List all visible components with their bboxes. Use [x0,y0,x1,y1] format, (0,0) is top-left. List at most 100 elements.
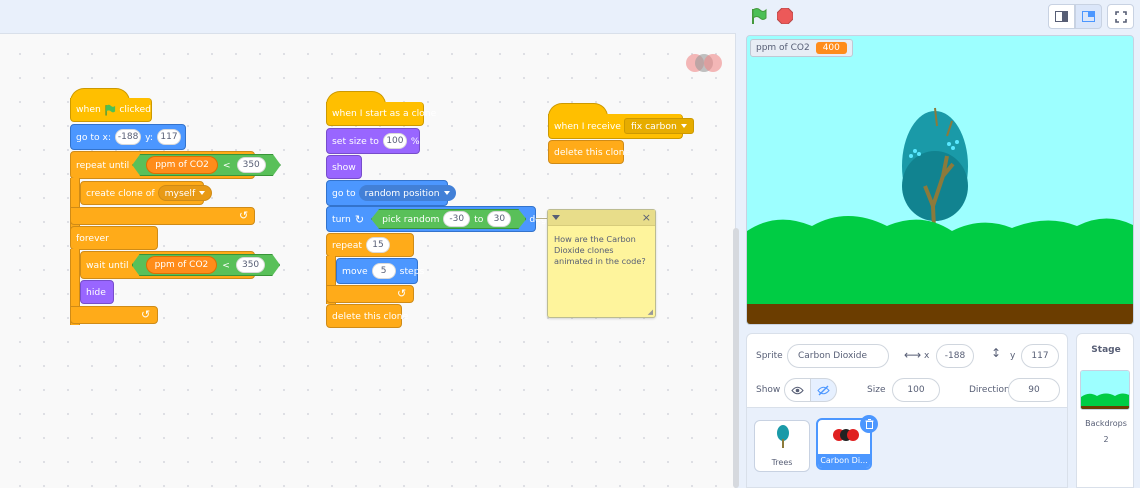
x-label: x [924,351,930,361]
block-text: go to x: [76,131,112,143]
when-start-as-clone-block[interactable]: when I start as a clone [326,102,436,126]
tree-sprite-icon [777,425,789,448]
fullscreen-button[interactable] [1107,4,1134,29]
loop-arrow-icon: ↺ [141,308,151,321]
ppm-variable-reporter[interactable]: ppm of CO2 [146,256,218,274]
fullscreen-icon [1114,10,1127,23]
monitor-label: ppm of CO2 [756,43,810,53]
sprite-list: Trees Carbon Di... [746,408,1068,488]
set-size-block[interactable]: set size to 100 % [326,128,420,154]
close-icon[interactable]: × [642,211,651,224]
block-text: delete this clone [554,146,631,158]
size-input[interactable]: 100 [382,133,407,149]
delete-clone-block[interactable]: delete this clone [326,304,408,328]
clone-target-dropdown[interactable]: myself [157,185,213,201]
repeat-until-block[interactable]: repeat until ppm of CO2 < 350 [70,151,255,179]
green-flag-icon[interactable] [750,7,768,25]
x-input[interactable]: -188 [115,129,142,145]
rotate-clockwise-icon: ↻ [354,212,365,226]
stage-selector[interactable]: Stage Backdrops 2 [1076,333,1134,488]
create-clone-block[interactable]: create clone of myself [80,181,213,205]
less-than-operator[interactable]: ppm of CO2 < 350 [132,254,281,276]
monitor-value: 400 [815,42,847,54]
sprite-name: Carbon Di... [818,454,870,468]
threshold-input[interactable]: 350 [236,257,265,273]
stage-title: Stage [1091,345,1121,355]
repeat-until-end: ↺ [70,207,255,225]
stop-icon[interactable] [777,8,793,24]
ppm-variable-reporter[interactable]: ppm of CO2 [146,156,218,174]
backdrop-thumbnail-image [1081,371,1129,409]
sprite-name-input[interactable]: Carbon Dioxide [787,344,889,368]
sprite-tile-trees[interactable]: Trees [754,420,810,472]
random-to-input[interactable]: 30 [487,211,511,227]
hide-block[interactable]: hide [80,280,114,304]
stage-thumbnail[interactable] [1080,370,1130,410]
turn-block[interactable]: turn ↻ pick random -30 to 30 degrees [326,206,566,232]
code-scrollbar[interactable] [733,228,739,488]
variable-monitor[interactable]: ppm of CO2 400 [750,39,853,57]
show-block[interactable]: show [326,155,362,179]
show-label: Show [756,385,781,395]
show-visible-button[interactable] [784,378,811,402]
size-input[interactable]: 100 [892,378,940,402]
go-to-random-block[interactable]: go to random position [326,180,456,206]
go-to-xy-block[interactable]: go to x: -188 y: 117 [70,124,186,150]
when-i-receive-block[interactable]: when I receive fix carbon [548,114,694,139]
direction-label: Direction [969,385,1010,395]
less-than-operator[interactable]: ppm of CO2 < 350 [132,154,281,176]
backdrops-count: 2 [1103,435,1109,444]
delete-clone-block[interactable]: delete this clone [548,140,630,164]
goto-target-dropdown[interactable]: random position [358,185,456,201]
block-text: when I start as a clone [332,108,437,119]
large-stage-button[interactable] [1075,4,1102,29]
comment-header[interactable]: × [548,210,655,226]
block-text: show [332,161,356,173]
block-text: turn [332,213,351,225]
block-text: clicked [119,104,151,115]
chevron-down-icon [680,124,687,128]
stage-canvas[interactable]: ppm of CO2 400 [746,35,1134,325]
small-stage-icon [1055,11,1068,22]
y-input[interactable]: 117 [1021,344,1059,368]
backdrops-label: Backdrops [1085,419,1127,428]
block-text: forever [76,232,109,244]
carbon-dioxide-sprite-icon [686,54,722,72]
block-text: % [410,135,420,147]
operator-symbol: < [222,259,230,271]
comment-text[interactable]: How are the Carbon Dioxide clones animat… [548,226,655,275]
pick-random-operator[interactable]: pick random -30 to 30 [371,209,526,229]
horizontal-arrows-icon: ⟷ [904,348,922,362]
move-steps-block[interactable]: move 5 steps [336,258,424,284]
delete-sprite-button[interactable] [860,415,878,433]
eye-hidden-icon [817,385,830,395]
message-dropdown[interactable]: fix carbon [623,118,694,134]
steps-input[interactable]: 5 [371,263,396,279]
resize-handle-icon[interactable]: ◢ [648,308,653,316]
size-label: Size [867,385,886,395]
repeat-count-input[interactable]: 15 [365,237,390,253]
chevron-down-icon[interactable] [552,215,560,220]
show-hidden-button[interactable] [810,378,837,402]
block-text: set size to [332,135,379,147]
trash-icon [865,419,873,429]
carbon-dioxide-sprite-icon [833,429,859,441]
threshold-input[interactable]: 350 [237,157,266,173]
dropdown-value: fix carbon [630,120,677,132]
code-comment[interactable]: × How are the Carbon Dioxide clones anim… [547,209,656,318]
forever-block[interactable]: forever [70,226,158,250]
large-stage-icon [1082,11,1095,22]
small-stage-button[interactable] [1048,4,1075,29]
dropdown-value: myself [164,187,196,199]
when-flag-clicked-block[interactable]: when clicked [70,98,152,122]
repeat-block[interactable]: repeat 15 [326,233,414,257]
sprite-name: Trees [771,458,793,467]
random-from-input[interactable]: -30 [443,211,470,227]
direction-input[interactable]: 90 [1008,378,1060,402]
x-input[interactable]: -188 [936,344,974,368]
block-text: create clone of [86,187,155,199]
y-input[interactable]: 117 [157,129,181,145]
wait-until-block[interactable]: wait until ppm of CO2 < 350 [80,251,255,279]
vertical-arrows-icon: ↕ [991,346,1002,360]
block-text: repeat [332,239,362,251]
